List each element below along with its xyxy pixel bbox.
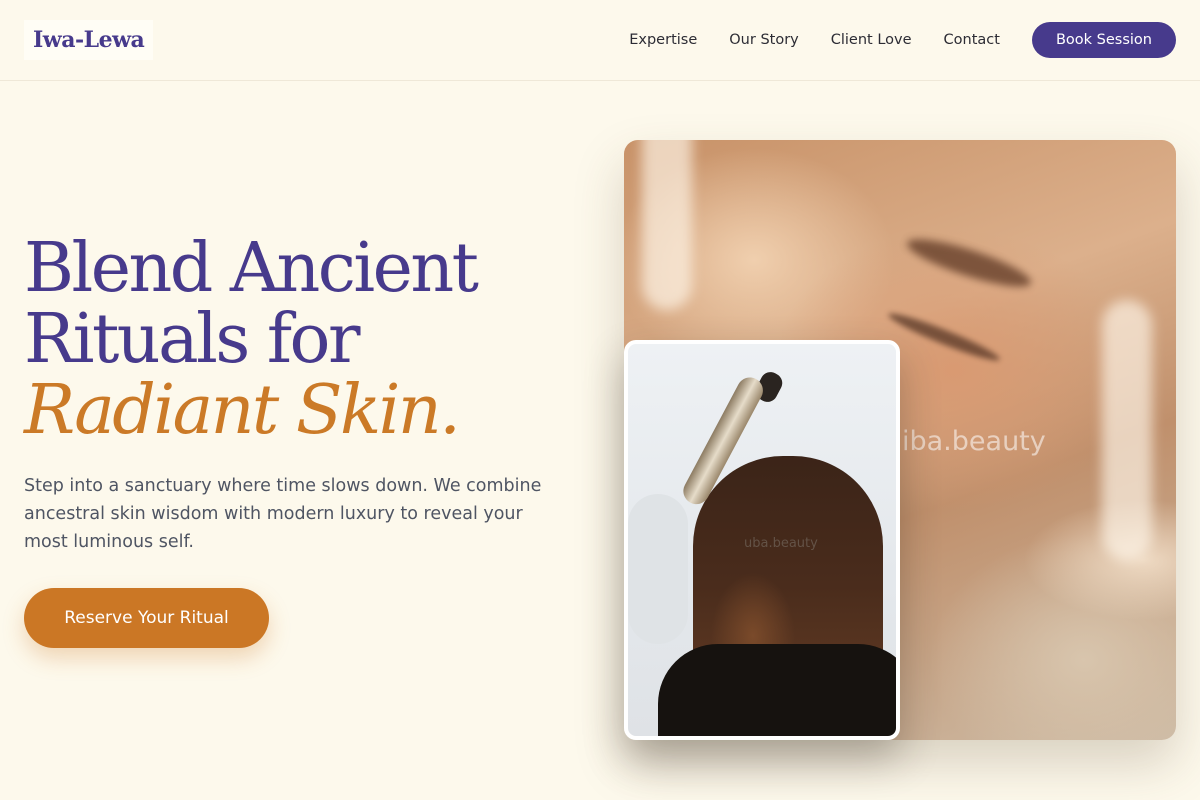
hair-styling-photo: uba.beauty <box>624 340 900 740</box>
nav-link-client-love[interactable]: Client Love <box>831 32 912 48</box>
hero-headline: Blend Ancient Rituals for Radiant Skin. <box>24 233 584 446</box>
headline-accent: Radiant Skin. <box>24 371 461 450</box>
main-nav: Expertise Our Story Client Love Contact … <box>629 22 1176 58</box>
site-header: Iwa-Lewa Expertise Our Story Client Love… <box>0 0 1200 81</box>
inset-photo-watermark: uba.beauty <box>744 536 818 551</box>
stylist-hand <box>628 494 688 644</box>
main-photo-watermark: iba.beauty <box>902 426 1046 457</box>
eyebrow-shape <box>903 230 1035 296</box>
eyelash-shape <box>885 308 1003 366</box>
nav-link-our-story[interactable]: Our Story <box>729 32 798 48</box>
book-session-button[interactable]: Book Session <box>1031 22 1176 58</box>
bokeh-light <box>1102 300 1152 560</box>
reserve-ritual-button[interactable]: Reserve Your Ritual <box>24 588 269 648</box>
headline-line-1: Blend Ancient <box>24 229 479 308</box>
headline-line-2: Rituals for <box>24 300 360 379</box>
client-shoulder <box>658 644 896 736</box>
nav-link-expertise[interactable]: Expertise <box>629 32 697 48</box>
hero-description: Step into a sanctuary where time slows d… <box>24 476 542 552</box>
nav-link-contact[interactable]: Contact <box>944 32 1000 48</box>
brand-logo[interactable]: Iwa-Lewa <box>24 20 154 60</box>
bokeh-light <box>642 140 692 310</box>
